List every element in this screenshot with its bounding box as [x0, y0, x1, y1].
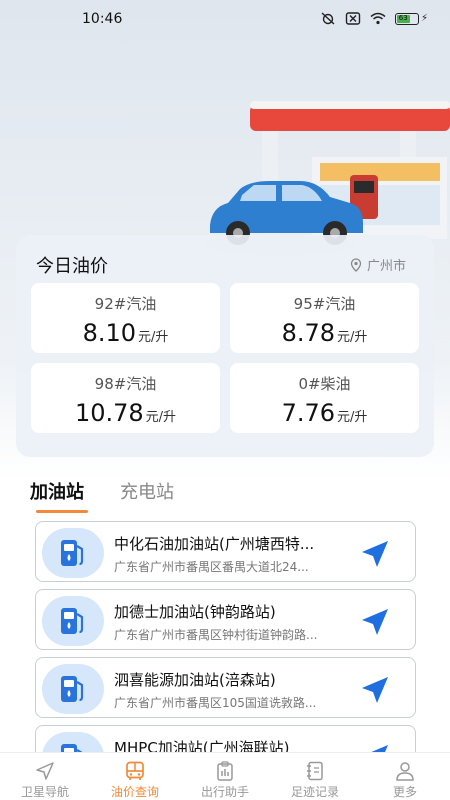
price-tile-diesel: 0#柴油 7.76 元/升: [230, 363, 419, 433]
tab-charging-station[interactable]: 充电站: [120, 478, 174, 504]
navigate-arrow-icon[interactable]: [359, 606, 391, 638]
location-city: 广州市: [366, 259, 406, 274]
nav-label: 更多: [392, 785, 417, 799]
battery-icon: 63 ⚡: [394, 12, 428, 25]
status-time: 10:46: [82, 11, 123, 27]
nav-label: 油价查询: [110, 785, 159, 799]
fuel-name: 98#汽油: [94, 375, 157, 393]
fuel-price: 8.10: [82, 319, 137, 347]
price-tile-98: 98#汽油 10.78 元/升: [31, 363, 220, 433]
station-list-item[interactable]: 加德士加油站(钟韵路站) 广东省广州市番禺区钟村街道钟韵路...: [35, 589, 416, 650]
bus-icon: [126, 761, 144, 780]
alarm-off-icon: [321, 12, 335, 25]
fuel-pump-icon-badge: [42, 664, 104, 714]
fuel-price: 8.78: [281, 319, 336, 347]
status-bar: 10:46 63 ⚡: [0, 0, 450, 40]
person-icon: [396, 762, 414, 781]
tab-gas-station[interactable]: 加油站: [30, 478, 84, 504]
fuel-unit: 元/升: [337, 410, 368, 425]
navigation-arrow-icon: [36, 762, 54, 780]
fuel-unit: 元/升: [145, 410, 177, 425]
fuel-name: 0#柴油: [298, 375, 351, 393]
nav-item-satellite-navigation[interactable]: 卫星导航: [0, 753, 90, 800]
station-address: 广东省广州市番禺区钟村街道钟韵路...: [114, 628, 318, 642]
nav-item-footprint-record[interactable]: 足迹记录: [270, 753, 360, 800]
charging-icon: ⚡: [420, 13, 428, 24]
price-tile-95: 95#汽油 8.78 元/升: [230, 283, 419, 353]
location-pin-icon: [350, 257, 362, 272]
station-name: 中化石油加油站(广州塘西特...: [114, 535, 315, 553]
fuel-pump-icon-badge: [42, 528, 104, 578]
navigate-arrow-icon[interactable]: [359, 674, 391, 706]
fuel-pump-icon-badge: [42, 596, 104, 646]
fuel-pump-icon: [61, 608, 84, 634]
nav-item-travel-assistant[interactable]: 出行助手: [180, 753, 270, 800]
fuel-name: 95#汽油: [293, 295, 356, 313]
nav-label: 卫星导航: [20, 785, 69, 799]
station-list-item[interactable]: 泗喜能源加油站(涪森站) 广东省广州市番禺区105国道诜敦路...: [35, 657, 416, 718]
fuel-unit: 元/升: [138, 330, 169, 345]
sim-off-icon: [345, 12, 361, 25]
today-oil-price-card: 今日油价 广州市 92#汽油 8.10 元/升 95#汽油 8.78 元/升 98#…: [16, 235, 434, 457]
fuel-price: 7.76: [281, 399, 336, 427]
navigate-arrow-icon[interactable]: [359, 538, 391, 570]
station-name: 泗喜能源加油站(涪森站): [114, 671, 276, 689]
location-selector[interactable]: 广州市: [350, 255, 406, 274]
nav-label: 出行助手: [200, 785, 249, 799]
station-list-item[interactable]: 中化石油加油站(广州塘西特... 广东省广州市番禺区番禺大道北24...: [35, 521, 416, 582]
nav-item-oil-price[interactable]: 油价查询: [90, 753, 180, 800]
bottom-navigation: 卫星导航 油价查询 出行助手 足迹记录 更多: [0, 752, 450, 800]
price-tile-92: 92#汽油 8.10 元/升: [31, 283, 220, 353]
notebook-icon: [307, 761, 323, 781]
nav-item-more[interactable]: 更多: [360, 753, 450, 800]
fuel-unit: 元/升: [337, 330, 368, 345]
station-name: 加德士加油站(钟韵路站): [114, 603, 276, 621]
status-icons: 63 ⚡: [320, 12, 428, 25]
fuel-price: 10.78: [74, 399, 144, 427]
price-card-title: 今日油价: [36, 256, 108, 277]
clipboard-icon: [217, 761, 233, 781]
wifi-icon: [370, 12, 386, 25]
station-address: 广东省广州市番禺区105国道诜敦路...: [114, 696, 317, 710]
station-address: 广东省广州市番禺区番禺大道北24...: [114, 560, 309, 574]
tab-active-indicator: [36, 510, 88, 513]
battery-level: 63: [396, 13, 410, 23]
fuel-pump-icon: [61, 540, 84, 566]
fuel-pump-icon: [61, 676, 84, 702]
nav-label: 足迹记录: [290, 785, 339, 799]
fuel-name: 92#汽油: [94, 295, 157, 313]
